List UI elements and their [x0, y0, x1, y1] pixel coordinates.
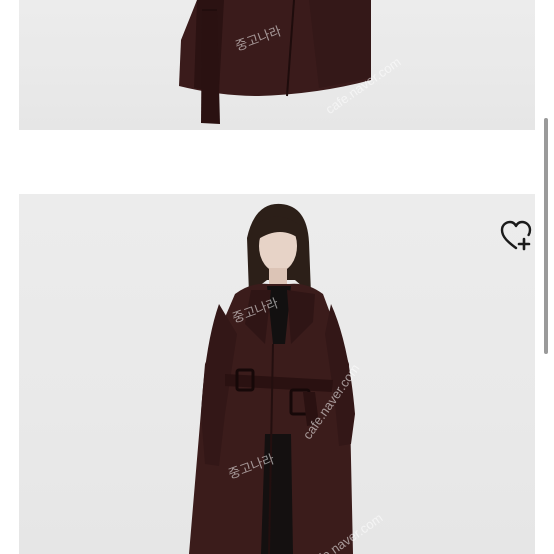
heart-plus-icon [500, 220, 532, 251]
coat-model-photo[interactable]: 중고나라 cafe.naver.com 중고나라 cafe.naver.com [19, 194, 535, 554]
coat-model-illustration [189, 203, 355, 554]
coat-detail-photo[interactable]: 중고나라 cafe.naver.com [19, 0, 535, 130]
coat-detail-illustration [179, 0, 371, 124]
wishlist-button[interactable] [499, 218, 535, 254]
scrollbar-thumb[interactable] [544, 118, 548, 354]
